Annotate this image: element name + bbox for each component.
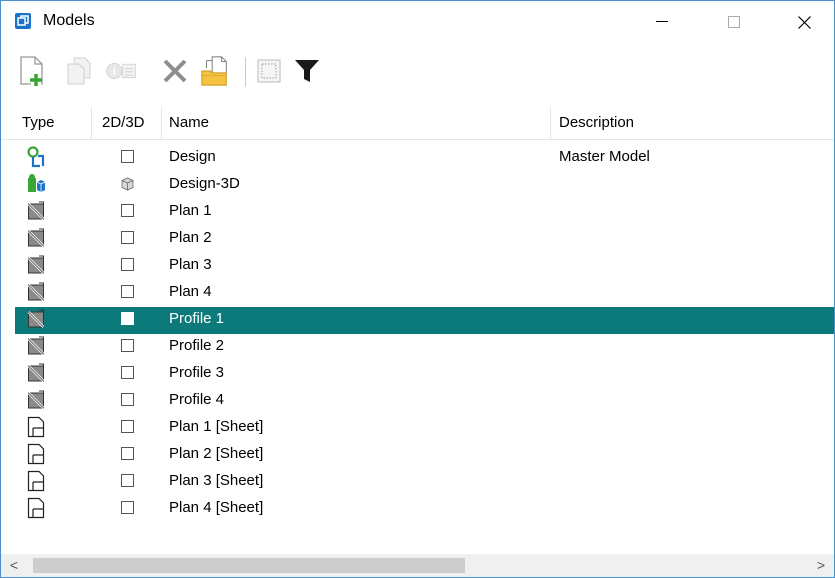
models-app-icon bbox=[15, 13, 31, 29]
model-name: Design-3D bbox=[169, 175, 240, 192]
scroll-thumb[interactable] bbox=[33, 558, 465, 573]
toolbar: i bbox=[1, 49, 834, 99]
2d-checkbox[interactable] bbox=[121, 150, 134, 163]
title-bar[interactable]: Models bbox=[1, 1, 834, 43]
drawing-model-icon bbox=[27, 200, 45, 222]
model-name: Plan 2 [Sheet] bbox=[169, 445, 264, 462]
models-dialog: Models i Type 2D/3D Name Description Des… bbox=[0, 0, 835, 578]
model-row[interactable]: Plan 4 [Sheet] bbox=[15, 496, 834, 523]
import-model-button[interactable] bbox=[199, 55, 231, 87]
2d-checkbox[interactable] bbox=[121, 474, 134, 487]
model-name: Plan 1 bbox=[169, 202, 212, 219]
model-name: Profile 4 bbox=[169, 391, 225, 408]
model-row[interactable]: Plan 3 [Sheet] bbox=[15, 469, 834, 496]
3d-model-icon[interactable] bbox=[121, 177, 134, 191]
column-divider[interactable] bbox=[91, 107, 92, 139]
column-header: Type 2D/3D Name Description bbox=[1, 107, 834, 140]
model-row[interactable]: Plan 3 bbox=[15, 253, 834, 280]
column-divider[interactable] bbox=[161, 107, 162, 139]
design-model-icon bbox=[27, 146, 45, 168]
2d-checkbox[interactable] bbox=[121, 501, 134, 514]
drawing-model-icon bbox=[27, 281, 45, 303]
sheet-model-icon bbox=[27, 470, 45, 492]
2d-checkbox[interactable] bbox=[121, 420, 134, 433]
copy-model-icon bbox=[67, 57, 91, 85]
2d-checkbox[interactable] bbox=[121, 258, 134, 271]
drawing-model-icon bbox=[27, 308, 45, 330]
import-model-icon bbox=[201, 56, 227, 86]
2d-checkbox[interactable] bbox=[121, 393, 134, 406]
model-row[interactable]: Profile 1 bbox=[15, 307, 834, 334]
model-name: Plan 3 bbox=[169, 256, 212, 273]
window-title: Models bbox=[43, 12, 95, 29]
drawing-model-icon bbox=[27, 389, 45, 411]
2d-checkbox[interactable] bbox=[121, 285, 134, 298]
model-row[interactable]: Plan 2 bbox=[15, 226, 834, 253]
model-row[interactable]: Profile 4 bbox=[15, 388, 834, 415]
2d-checkbox[interactable] bbox=[121, 204, 134, 217]
2d-checkbox[interactable] bbox=[121, 312, 134, 325]
maximize-button[interactable] bbox=[711, 1, 757, 43]
filter-button[interactable] bbox=[291, 55, 323, 87]
model-name: Design bbox=[169, 148, 216, 165]
drawing-model-icon bbox=[27, 335, 45, 357]
copy-model-button[interactable] bbox=[63, 55, 95, 87]
scroll-left-button[interactable]: < bbox=[4, 556, 24, 574]
2d-checkbox[interactable] bbox=[121, 231, 134, 244]
model-name: Plan 3 [Sheet] bbox=[169, 472, 264, 489]
column-2d-3d[interactable]: 2D/3D bbox=[102, 107, 145, 139]
new-model-icon bbox=[20, 56, 43, 86]
horizontal-scrollbar[interactable]: < > bbox=[1, 554, 834, 577]
model-description: Master Model bbox=[559, 148, 650, 165]
toolbar-separator bbox=[245, 57, 246, 87]
filter-icon bbox=[295, 60, 319, 82]
delete-model-icon bbox=[163, 59, 187, 83]
close-button[interactable] bbox=[781, 1, 827, 43]
model-name: Plan 2 bbox=[169, 229, 212, 246]
column-name[interactable]: Name bbox=[169, 107, 209, 139]
2d-checkbox[interactable] bbox=[121, 339, 134, 352]
model-row[interactable]: Design-3D bbox=[15, 172, 834, 199]
sheet-model-icon bbox=[27, 497, 45, 519]
select-all-icon bbox=[257, 59, 281, 83]
column-description[interactable]: Description bbox=[559, 107, 634, 139]
sheet-model-icon bbox=[27, 443, 45, 465]
model-row[interactable]: Profile 2 bbox=[15, 334, 834, 361]
model-name: Plan 4 bbox=[169, 283, 212, 300]
sheet-model-icon bbox=[27, 416, 45, 438]
delete-model-button[interactable] bbox=[159, 55, 191, 87]
model-name: Plan 1 [Sheet] bbox=[169, 418, 264, 435]
drawing-model-icon bbox=[27, 254, 45, 276]
column-type[interactable]: Type bbox=[22, 107, 55, 139]
model-properties-icon: i bbox=[106, 63, 136, 79]
model-row[interactable]: Design Master Model bbox=[15, 145, 834, 172]
model-row[interactable]: Plan 1 [Sheet] bbox=[15, 415, 834, 442]
scroll-right-button[interactable]: > bbox=[811, 556, 831, 574]
model-name: Plan 4 [Sheet] bbox=[169, 499, 264, 516]
column-divider[interactable] bbox=[550, 107, 551, 139]
model-name: Profile 2 bbox=[169, 337, 225, 354]
model-name: Profile 3 bbox=[169, 364, 225, 381]
3d-design-model-icon bbox=[27, 173, 46, 195]
2d-checkbox[interactable] bbox=[121, 366, 134, 379]
select-all-button[interactable] bbox=[253, 55, 285, 87]
model-row[interactable]: Plan 2 [Sheet] bbox=[15, 442, 834, 469]
model-row[interactable]: Profile 3 bbox=[15, 361, 834, 388]
model-properties-button[interactable]: i bbox=[105, 55, 137, 87]
2d-checkbox[interactable] bbox=[121, 447, 134, 460]
minimize-button[interactable] bbox=[639, 1, 685, 43]
drawing-model-icon bbox=[27, 227, 45, 249]
drawing-model-icon bbox=[27, 362, 45, 384]
new-model-button[interactable] bbox=[17, 55, 49, 87]
model-row[interactable]: Plan 1 bbox=[15, 199, 834, 226]
model-name: Profile 1 bbox=[169, 310, 225, 327]
model-row[interactable]: Plan 4 bbox=[15, 280, 834, 307]
